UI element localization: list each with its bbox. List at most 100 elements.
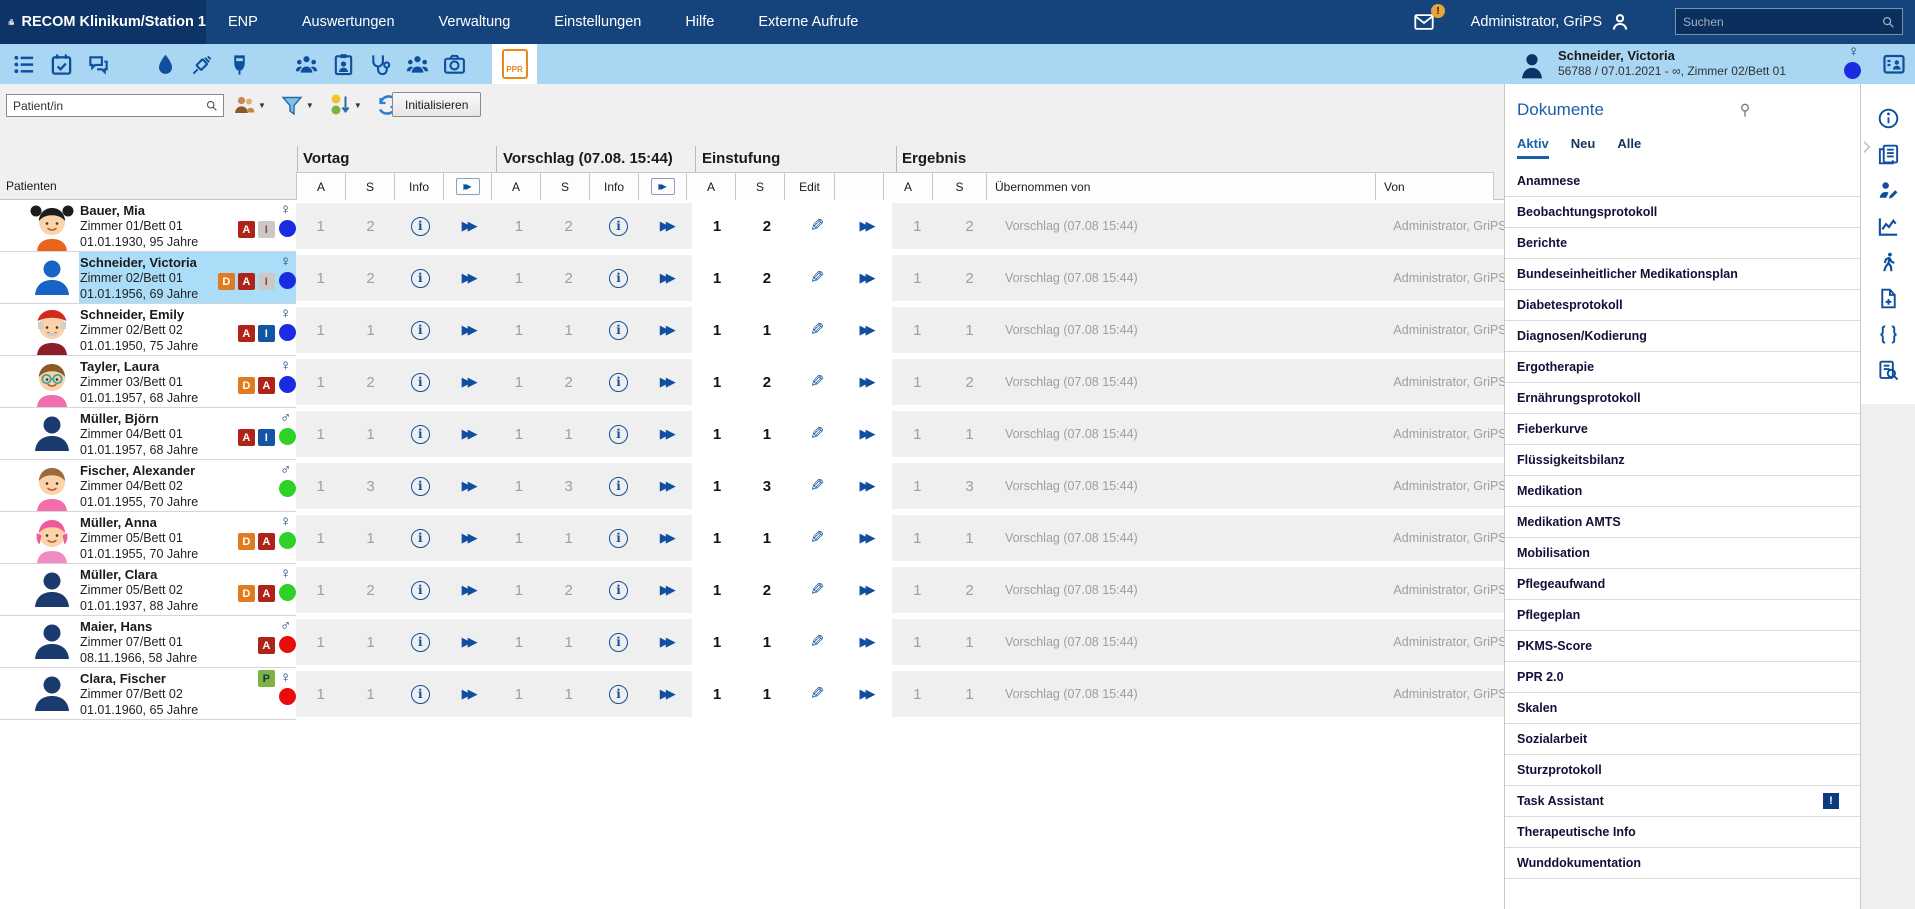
menu-item-verwaltung[interactable]: Verwaltung [417, 0, 533, 44]
document-item-therapeutische-info[interactable]: Therapeutische Info [1505, 817, 1861, 848]
header-einstufung-a[interactable]: A [686, 172, 736, 200]
document-item-anamnese[interactable]: Anamnese [1505, 166, 1861, 197]
drop-button[interactable] [147, 44, 184, 84]
info-button[interactable] [1861, 100, 1915, 136]
edit-pencil-icon[interactable]: ✎ [810, 476, 824, 496]
patient-cell[interactable]: Maier, HansZimmer 07/Bett 0108.11.1966, … [0, 616, 296, 668]
table-row[interactable]: Maier, HansZimmer 07/Bett 0108.11.1966, … [0, 616, 1504, 668]
header-vortag-info[interactable]: Info [394, 172, 444, 200]
edit-pencil-icon[interactable]: ✎ [810, 268, 824, 288]
fast-forward-icon[interactable]: ▶▶ [462, 478, 478, 494]
menu-item-hilfe[interactable]: Hilfe [663, 0, 736, 44]
fast-forward-icon[interactable]: ▶▶ [859, 270, 875, 286]
fast-forward-icon[interactable]: ▶▶ [859, 218, 875, 234]
menu-item-auswertungen[interactable]: Auswertungen [280, 0, 417, 44]
fast-forward-icon[interactable]: ▶▶ [859, 530, 875, 546]
person-edit-button[interactable] [1861, 172, 1915, 208]
fast-forward-icon[interactable]: ▶▶ [859, 322, 875, 338]
table-row[interactable]: Bauer, MiaZimmer 01/Bett 0101.01.1930, 9… [0, 200, 1504, 252]
fast-forward-icon[interactable]: ▶▶ [859, 426, 875, 442]
patient-cell[interactable]: Clara, FischerZimmer 07/Bett 0201.01.196… [0, 668, 296, 720]
document-item-medikation-amts[interactable]: Medikation AMTS [1505, 507, 1861, 538]
info-icon[interactable]: i [609, 581, 628, 600]
document-item-sozialarbeit[interactable]: Sozialarbeit [1505, 724, 1861, 755]
edit-pencil-icon[interactable]: ✎ [810, 684, 824, 704]
info-icon[interactable]: i [609, 477, 628, 496]
fast-forward-icon[interactable]: ▶▶ [660, 634, 676, 650]
tab-alle[interactable]: Alle [1617, 136, 1641, 159]
fast-forward-icon[interactable]: ▶▶ [859, 582, 875, 598]
patient-cell[interactable]: Schneider, VictoriaZimmer 02/Bett 0101.0… [0, 252, 296, 304]
patient-filter-input[interactable] [7, 99, 205, 113]
ppr-tab[interactable]: PPR [492, 44, 537, 84]
chat-button[interactable] [80, 44, 117, 84]
edit-pencil-icon[interactable]: ✎ [810, 632, 824, 652]
document-export-button[interactable] [1861, 280, 1915, 316]
initialize-button[interactable]: Initialisieren [392, 92, 481, 117]
camera-button[interactable] [436, 44, 473, 84]
fast-forward-icon[interactable]: ▶▶ [859, 478, 875, 494]
info-icon[interactable]: i [609, 633, 628, 652]
table-row[interactable]: Müller, ClaraZimmer 05/Bett 0201.01.1937… [0, 564, 1504, 616]
fast-forward-icon[interactable]: ▶▶ [859, 686, 875, 702]
user-menu[interactable]: Administrator, GriPS [1471, 0, 1630, 44]
patient-cell[interactable]: Müller, ClaraZimmer 05/Bett 0201.01.1937… [0, 564, 296, 616]
info-icon[interactable]: i [411, 373, 430, 392]
edit-pencil-icon[interactable]: ✎ [810, 320, 824, 340]
funnel-filter-button[interactable]: ▼ [280, 93, 314, 117]
header-von[interactable]: Von [1375, 172, 1494, 200]
info-icon[interactable]: i [609, 269, 628, 288]
document-item-ppr-2-0[interactable]: PPR 2.0 [1505, 662, 1861, 693]
header-vorschlag-info[interactable]: Info [589, 172, 639, 200]
info-icon[interactable]: i [609, 373, 628, 392]
info-icon[interactable]: i [609, 425, 628, 444]
syringe-button[interactable] [184, 44, 221, 84]
fast-forward-icon[interactable]: ▶▶ [660, 686, 676, 702]
fast-forward-icon[interactable]: ▶▶ [660, 530, 676, 546]
patient-cell[interactable]: Tayler, LauraZimmer 03/Bett 0101.01.1957… [0, 356, 296, 408]
global-search-input[interactable] [1676, 15, 1881, 29]
mail-button[interactable]: ! [1411, 11, 1437, 33]
fast-forward-icon[interactable]: ▶▶ [660, 582, 676, 598]
list-button[interactable] [6, 44, 43, 84]
document-search-button[interactable] [1861, 352, 1915, 388]
header-ergebnis-a[interactable]: A [883, 172, 933, 200]
edit-pencil-icon[interactable]: ✎ [810, 216, 824, 236]
fast-forward-icon[interactable]: ▶▶ [660, 218, 676, 234]
document-item-ern-hrungsprotokoll[interactable]: Ernährungsprotokoll [1505, 383, 1861, 414]
tab-aktiv[interactable]: Aktiv [1517, 136, 1549, 159]
menu-item-einstellungen[interactable]: Einstellungen [532, 0, 663, 44]
patient-cell[interactable]: Müller, AnnaZimmer 05/Bett 0101.01.1955,… [0, 512, 296, 564]
patient-group-button[interactable] [288, 44, 325, 84]
patient-cell[interactable]: Müller, BjörnZimmer 04/Bett 0101.01.1957… [0, 408, 296, 460]
table-row[interactable]: Schneider, VictoriaZimmer 02/Bett 0101.0… [0, 252, 1504, 304]
chevron-up-icon[interactable] [1488, 49, 1502, 60]
header-einstufung-blank[interactable] [834, 172, 884, 200]
table-row[interactable]: Clara, FischerZimmer 07/Bett 0201.01.196… [0, 668, 1504, 720]
patient-card-icon[interactable] [1882, 52, 1906, 76]
fast-forward-icon[interactable]: ▶▶ [462, 218, 478, 234]
fast-forward-icon[interactable]: ▶▶ [462, 634, 478, 650]
table-row[interactable]: Müller, BjörnZimmer 04/Bett 0101.01.1957… [0, 408, 1504, 460]
fast-forward-icon[interactable]: ▶▶ [859, 374, 875, 390]
document-item-mobilisation[interactable]: Mobilisation [1505, 538, 1861, 569]
fast-forward-icon[interactable]: ▶▶ [462, 270, 478, 286]
fast-forward-icon[interactable]: ▶▶ [462, 530, 478, 546]
chart-button[interactable] [1861, 208, 1915, 244]
fast-forward-icon[interactable]: ▶▶ [462, 322, 478, 338]
fast-forward-icon[interactable]: ▶▶ [660, 426, 676, 442]
infusion-button[interactable] [221, 44, 258, 84]
document-item-sturzprotokoll[interactable]: Sturzprotokoll [1505, 755, 1861, 786]
info-icon[interactable]: i [411, 425, 430, 444]
document-item-diabetesprotokoll[interactable]: Diabetesprotokoll [1505, 290, 1861, 321]
edit-pencil-icon[interactable]: ✎ [810, 372, 824, 392]
fast-forward-icon[interactable]: ▶▶ [462, 686, 478, 702]
chevron-down-icon[interactable] [1488, 66, 1502, 77]
header-uebernommen-von[interactable]: Übernommen von [986, 172, 1376, 200]
fast-forward-icon[interactable]: ▶▶ [660, 478, 676, 494]
document-item-skalen[interactable]: Skalen [1505, 693, 1861, 724]
fast-forward-icon[interactable]: ▶▶ [660, 374, 676, 390]
document-item-task-assistant[interactable]: Task Assistant! [1505, 786, 1861, 817]
document-item-beobachtungsprotokoll[interactable]: Beobachtungsprotokoll [1505, 197, 1861, 228]
document-item-fieberkurve[interactable]: Fieberkurve [1505, 414, 1861, 445]
